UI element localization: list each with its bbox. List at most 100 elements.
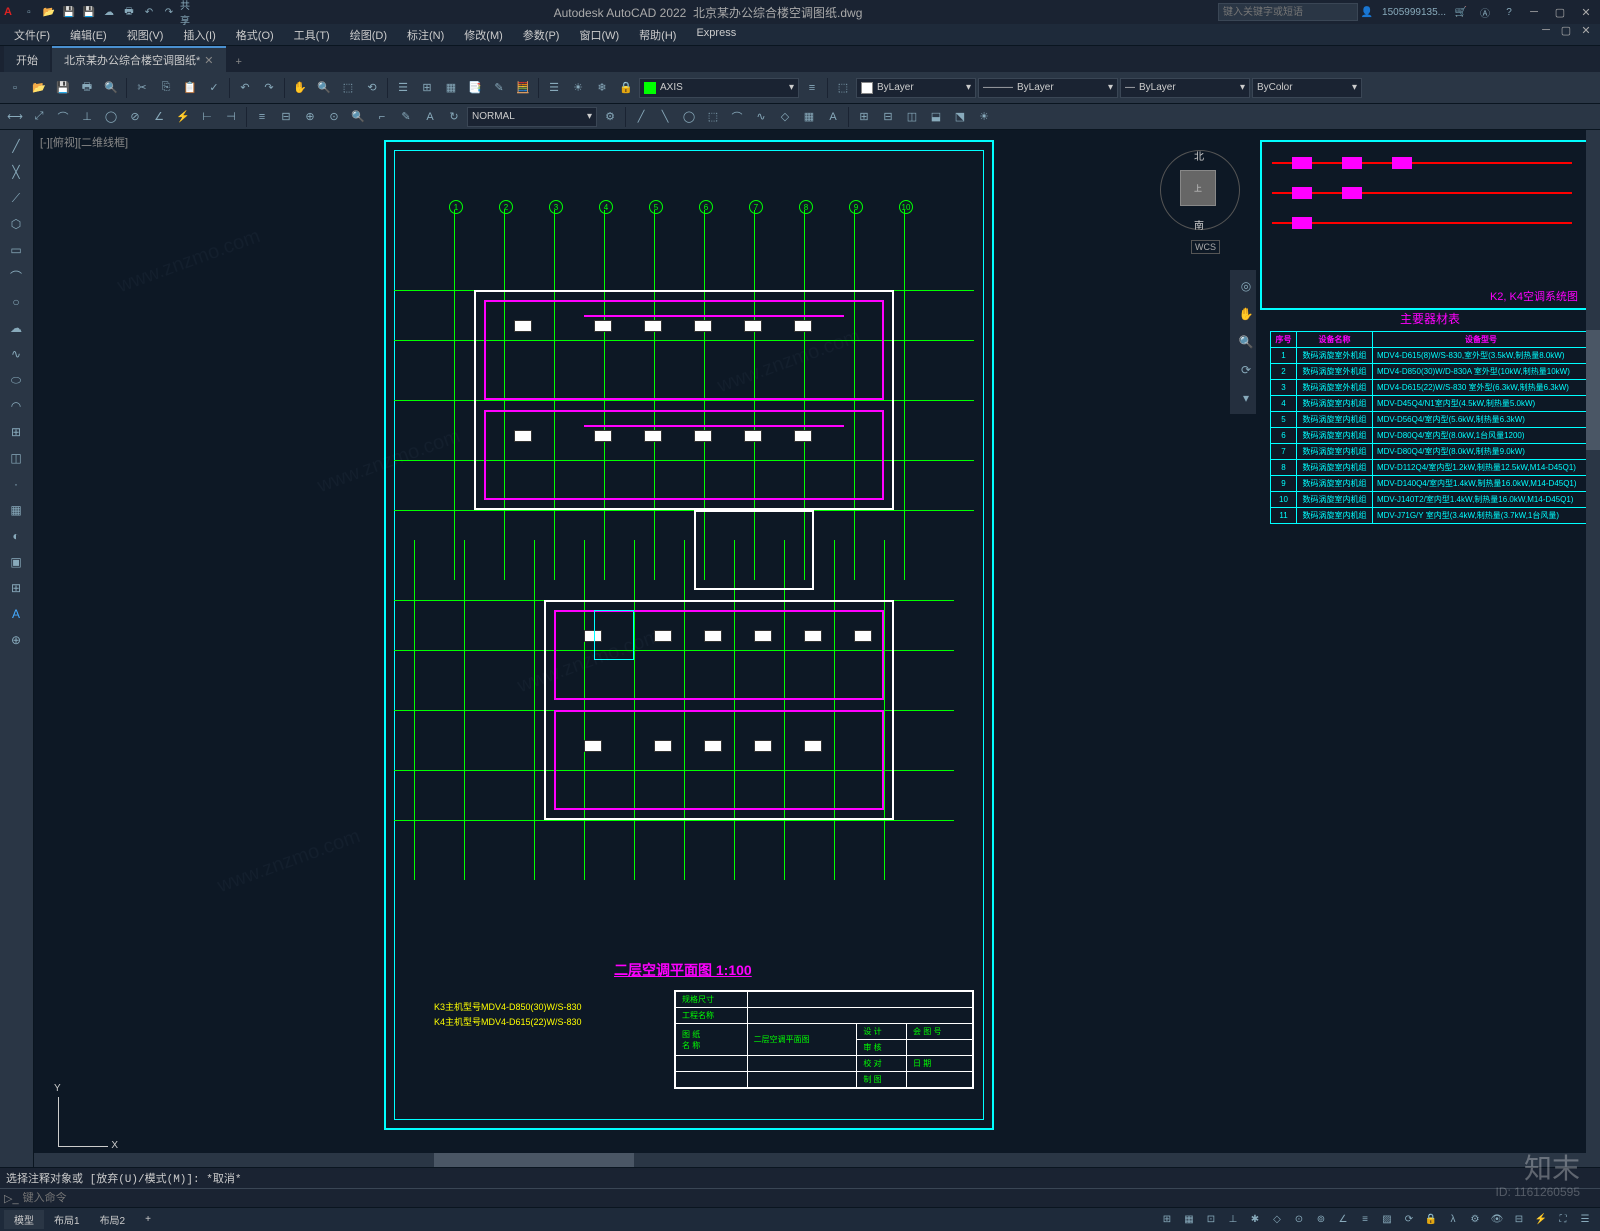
redo-icon[interactable]: ↷ bbox=[160, 3, 178, 21]
cart-icon[interactable]: 🛒 bbox=[1452, 3, 1470, 21]
dim-space-icon[interactable]: ≡ bbox=[251, 106, 273, 128]
mod6-icon[interactable]: ☀ bbox=[973, 106, 995, 128]
dim-rad-icon[interactable]: ◯ bbox=[100, 106, 122, 128]
color-combo[interactable]: ByLayer▾ bbox=[856, 78, 976, 98]
menu-view[interactable]: 视图(V) bbox=[117, 24, 174, 45]
dim-aligned-icon[interactable]: ⤢ bbox=[28, 106, 50, 128]
draw8-icon[interactable]: ▦ bbox=[798, 106, 820, 128]
mod4-icon[interactable]: ⬓ bbox=[925, 106, 947, 128]
layer-props-icon[interactable]: ☰ bbox=[543, 77, 565, 99]
qc-icon[interactable]: 🧮 bbox=[512, 77, 534, 99]
tab-add-button[interactable]: + bbox=[228, 52, 250, 72]
open-icon[interactable]: 📂 bbox=[40, 3, 58, 21]
menu-help[interactable]: 帮助(H) bbox=[629, 24, 686, 45]
navshow-icon[interactable]: ▾ bbox=[1232, 386, 1260, 410]
menu-param[interactable]: 参数(P) bbox=[513, 24, 570, 45]
dim-cont-icon[interactable]: ⊣ bbox=[220, 106, 242, 128]
user-icon[interactable]: 👤 bbox=[1358, 3, 1376, 21]
plotstyle-combo[interactable]: ByColor▾ bbox=[1252, 78, 1362, 98]
dim-ord-icon[interactable]: ⊥ bbox=[76, 106, 98, 128]
layer-sun-icon[interactable]: ☀ bbox=[567, 77, 589, 99]
zoom-icon[interactable]: 🔍 bbox=[313, 77, 335, 99]
mod2-icon[interactable]: ⊟ bbox=[877, 106, 899, 128]
ellipse-icon[interactable]: ⬭ bbox=[2, 368, 30, 392]
match-icon[interactable]: ✓ bbox=[203, 77, 225, 99]
layer-lock-icon[interactable]: 🔒 bbox=[615, 77, 637, 99]
tab-start[interactable]: 开始 bbox=[4, 46, 50, 72]
layer-freeze-icon[interactable]: ❄ bbox=[591, 77, 613, 99]
arc-icon[interactable]: ⌒ bbox=[2, 264, 30, 288]
draw2-icon[interactable]: ╲ bbox=[654, 106, 676, 128]
menu-insert[interactable]: 插入(I) bbox=[173, 24, 225, 45]
cut-icon[interactable]: ✂ bbox=[131, 77, 153, 99]
draw4-icon[interactable]: ⬚ bbox=[702, 106, 724, 128]
tab-file-active[interactable]: 北京某办公综合楼空调图纸* ✕ bbox=[52, 46, 226, 72]
menu-tools[interactable]: 工具(T) bbox=[284, 24, 340, 45]
gradient-icon[interactable]: ◐ bbox=[2, 524, 30, 548]
addsel-icon[interactable]: ⊕ bbox=[2, 628, 30, 652]
tab-model[interactable]: 模型 bbox=[4, 1210, 44, 1229]
markup-icon[interactable]: ✎ bbox=[488, 77, 510, 99]
navwheel-icon[interactable]: ◎ bbox=[1232, 274, 1260, 298]
drawing-canvas[interactable]: [-][俯视][二维线框] www.znzmo.com www.znzmo.co… bbox=[34, 130, 1600, 1167]
vscrollbar[interactable] bbox=[1586, 130, 1600, 1167]
plot-icon[interactable]: 🖶 bbox=[120, 3, 138, 21]
linetype-combo[interactable]: ———ByLayer▾ bbox=[978, 78, 1118, 98]
close-button[interactable]: ✕ bbox=[1576, 6, 1596, 19]
menu-express[interactable]: Express bbox=[686, 24, 746, 45]
viewport-label[interactable]: [-][俯视][二维线框] bbox=[40, 134, 128, 150]
app-logo-icon[interactable]: A bbox=[4, 6, 12, 18]
command-line[interactable]: ▷_ bbox=[0, 1188, 1600, 1207]
spline-icon[interactable]: ∿ bbox=[2, 342, 30, 366]
xline-icon[interactable]: ╳ bbox=[2, 160, 30, 184]
new-icon[interactable]: ▫ bbox=[20, 3, 38, 21]
ssm-icon[interactable]: 📑 bbox=[464, 77, 486, 99]
menu-format[interactable]: 格式(O) bbox=[226, 24, 284, 45]
user-name[interactable]: 1505999135... bbox=[1382, 7, 1446, 18]
layer-combo[interactable]: AXIS ▾ bbox=[639, 78, 799, 98]
zoomwin-icon[interactable]: ⬚ bbox=[337, 77, 359, 99]
new-btn-icon[interactable]: ▫ bbox=[4, 77, 26, 99]
mod1-icon[interactable]: ⊞ bbox=[853, 106, 875, 128]
nav-cube[interactable]: 上 北 南 bbox=[1160, 150, 1240, 230]
preview-btn-icon[interactable]: 🔍 bbox=[100, 77, 122, 99]
app-menu-icon[interactable]: Ⓐ bbox=[1476, 3, 1494, 21]
center-icon[interactable]: ⊙ bbox=[323, 106, 345, 128]
draw1-icon[interactable]: ╱ bbox=[630, 106, 652, 128]
insert-icon[interactable]: ⊞ bbox=[2, 420, 30, 444]
update-icon[interactable]: ↻ bbox=[443, 106, 465, 128]
dim-linear-icon[interactable]: ⟷ bbox=[4, 106, 26, 128]
menu-edit[interactable]: 编辑(E) bbox=[60, 24, 117, 45]
draw9-icon[interactable]: A bbox=[822, 106, 844, 128]
save-btn-icon[interactable]: 💾 bbox=[52, 77, 74, 99]
draw3-icon[interactable]: ◯ bbox=[678, 106, 700, 128]
dim-base-icon[interactable]: ⊢ bbox=[196, 106, 218, 128]
tab-layout1[interactable]: 布局1 bbox=[44, 1210, 90, 1229]
draw6-icon[interactable]: ∿ bbox=[750, 106, 772, 128]
props-icon[interactable]: ☰ bbox=[392, 77, 414, 99]
pan-icon[interactable]: ✋ bbox=[289, 77, 311, 99]
layer-state-icon[interactable]: ≡ bbox=[801, 77, 823, 99]
tp-icon[interactable]: ▦ bbox=[440, 77, 462, 99]
block2-icon[interactable]: ◫ bbox=[2, 446, 30, 470]
tolerance-icon[interactable]: ⊕ bbox=[299, 106, 321, 128]
region-icon[interactable]: ▣ bbox=[2, 550, 30, 574]
menu-file[interactable]: 文件(F) bbox=[4, 24, 60, 45]
menu-dim[interactable]: 标注(N) bbox=[397, 24, 454, 45]
draw7-icon[interactable]: ◇ bbox=[774, 106, 796, 128]
search-input[interactable] bbox=[1218, 3, 1358, 21]
pline-icon[interactable]: ⟋ bbox=[2, 186, 30, 210]
jogged-icon[interactable]: ⌐ bbox=[371, 106, 393, 128]
hscrollbar[interactable] bbox=[34, 1153, 1600, 1167]
draw5-icon[interactable]: ⌒ bbox=[726, 106, 748, 128]
point-icon[interactable]: · bbox=[2, 472, 30, 496]
wcs-label[interactable]: WCS bbox=[1191, 240, 1220, 254]
minimize-button[interactable]: ─ bbox=[1524, 6, 1544, 18]
dimstyle-combo[interactable]: NORMAL▾ bbox=[467, 107, 597, 127]
navzoom-icon[interactable]: 🔍 bbox=[1232, 330, 1260, 354]
doc-close-button[interactable]: ✕ bbox=[1576, 24, 1596, 45]
dim-arc-icon[interactable]: ⌒ bbox=[52, 106, 74, 128]
command-input[interactable] bbox=[23, 1192, 1600, 1204]
undo2-icon[interactable]: ↶ bbox=[234, 77, 256, 99]
copy-icon[interactable]: ⎘ bbox=[155, 77, 177, 99]
